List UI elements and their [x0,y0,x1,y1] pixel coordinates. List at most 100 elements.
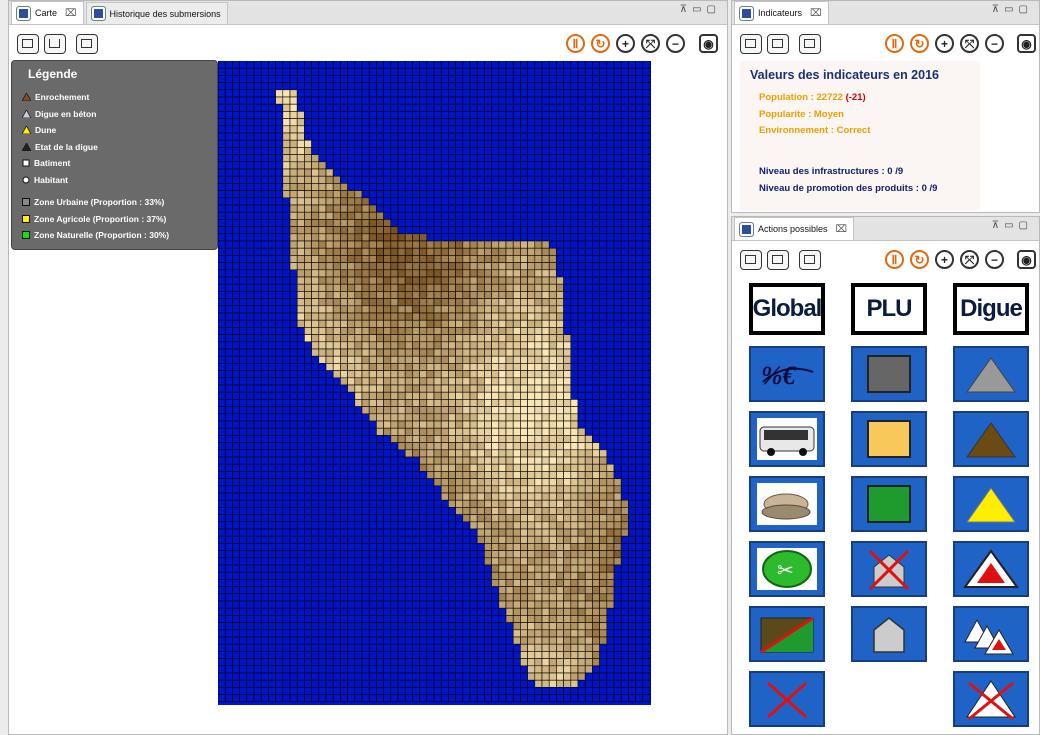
zoom-fit-icon[interactable]: ⤧ [960,250,979,269]
map-tabbar: Carte ⌧ Historique des submersions ⊼▭▢ [9,1,727,25]
map-grid[interactable] [217,60,651,705]
legend-item: Etat de la digue [22,139,217,156]
repair-dike-icon [963,549,1019,588]
action-cancel-building-button[interactable] [851,541,927,597]
export-icon[interactable] [767,34,789,54]
action-urban-zone-button[interactable] [851,346,927,402]
legend-triangle-icon [22,126,31,135]
zone-swatch [22,214,30,223]
legend-item: Enrochement [22,89,217,106]
window-controls[interactable]: ⊼▭▢ [992,4,1033,15]
agricultural-zone-icon [867,420,911,458]
legend-triangle-icon [22,142,31,151]
indicators-pane: Indicateurs ⌧ ⊼▭▢ Ⅱ ↻ + ⤧ − ◉ Valeurs de… [731,0,1040,213]
sync-icon[interactable]: ↻ [910,250,929,269]
tab-historique[interactable]: Historique des submersions [85,2,228,24]
digue-header: Digue [953,283,1029,335]
zoom-in-icon[interactable]: + [935,250,954,269]
zoom-in-icon[interactable]: + [616,34,635,53]
snapshot-icon[interactable]: ◉ [1017,250,1036,269]
cancel-icon [766,681,808,719]
action-concrete-dike-button[interactable] [953,346,1029,402]
zoom-in-icon[interactable]: + [935,34,954,53]
layers-icon[interactable] [799,34,821,54]
zoom-out-icon[interactable]: − [985,34,1004,53]
legend-zone: Zone Urbaine (Proportion : 33%) [22,194,217,211]
window-controls[interactable]: ⊼▭▢ [992,220,1033,231]
zoom-fit-icon[interactable]: ⤧ [960,34,979,53]
legend-zone: Zone Naturelle (Proportion : 30%) [22,227,217,244]
close-icon[interactable]: ⌧ [65,8,77,19]
view-icon [739,5,754,21]
legend-item: Habitant [22,172,217,189]
dune-icon [966,487,1016,523]
actions-pane: Actions possibles ⌧ ⊼▭▢ Ⅱ ↻ + ⤧ − ◉ Glob… [731,216,1040,735]
legend-item-label: Etat de la digue [35,141,98,152]
action-repair-dike-button[interactable] [953,541,1029,597]
legend-zone-label: Zone Agricole (Proportion : 37%) [34,213,167,224]
legend-item-label: Batiment [34,158,71,169]
rockfill-dike-icon [966,422,1016,458]
raise-dike-icon [964,618,1014,655]
zoom-fit-icon[interactable]: ⤧ [641,34,660,53]
action-oyster-button[interactable] [749,476,825,532]
tab-indicateurs[interactable]: Indicateurs ⌧ [734,1,829,24]
island-map[interactable] [217,60,651,705]
window-controls[interactable]: ⊼▭▢ [680,4,721,15]
global-header: Global [749,283,825,335]
action-raise-dike-button[interactable] [953,606,1029,662]
map-toolbar: Ⅱ ↻ + ⤧ − ◉ [9,25,727,61]
legend-panel: Légende Enrochement Digue en béton Dune Eta… [11,60,218,250]
pause-icon[interactable]: Ⅱ [885,250,904,269]
action-tools-button[interactable]: ✂ [749,541,825,597]
legend-zone: Zone Agricole (Proportion : 37%) [22,211,217,228]
infrastructures-line: Niveau des infrastructures : 0 /9 [759,166,904,177]
layers-icon[interactable] [799,250,821,270]
legend-triangle-icon [22,93,31,102]
legend-item: Batiment [22,155,217,172]
sync-icon[interactable]: ↻ [591,34,610,53]
close-icon[interactable]: ⌧ [810,8,822,19]
pause-icon[interactable]: Ⅱ [566,34,585,53]
sidebar-toggle-icon[interactable] [17,34,39,54]
legend-item-label: Dune [35,125,57,136]
tab-actions-label: Actions possibles [758,224,828,234]
zoom-out-icon[interactable]: − [985,250,1004,269]
snapshot-icon[interactable]: ◉ [699,34,718,53]
export-icon[interactable] [767,250,789,270]
close-icon[interactable]: ⌧ [836,224,848,235]
popularite-line: Popularite : Moyen [759,109,844,120]
action-building-button[interactable] [851,606,927,662]
legend-triangle-icon [22,109,31,118]
tab-actions[interactable]: Actions possibles ⌧ [734,217,855,240]
action-agricultural-zone-button[interactable] [851,411,927,467]
tab-carte[interactable]: Carte ⌧ [11,1,84,24]
action-cancel-zone-button[interactable] [749,606,825,662]
legend-item-label: Habitant [34,174,68,185]
zone-swatch [22,231,30,240]
layers-icon[interactable] [76,34,98,54]
legend-square-icon [22,159,30,167]
export-icon[interactable] [44,34,66,54]
sidebar-toggle-icon[interactable] [740,250,762,270]
tab-carte-label: Carte [35,8,58,18]
tab-indicateurs-label: Indicateurs [758,8,803,18]
action-cancel-button[interactable] [749,671,825,727]
legend-item: Digue en béton [22,106,217,123]
action-rockfill-dike-button[interactable] [953,411,1029,467]
sync-icon[interactable]: ↻ [910,34,929,53]
natural-zone-icon [867,485,911,523]
plu-header: PLU [851,283,927,335]
cancel-zone-icon [760,616,814,654]
taxes-icon: %€ [761,361,814,390]
pause-icon[interactable]: Ⅱ [885,34,904,53]
action-bus-button[interactable] [749,411,825,467]
action-dune-button[interactable] [953,476,1029,532]
snapshot-icon[interactable]: ◉ [1017,34,1036,53]
zoom-out-icon[interactable]: − [666,34,685,53]
action-remove-dike-button[interactable] [953,671,1029,727]
oyster-icon [757,483,817,525]
action-natural-zone-button[interactable] [851,476,927,532]
action-taxes-button[interactable]: %€ [749,346,825,402]
sidebar-toggle-icon[interactable] [740,34,762,54]
